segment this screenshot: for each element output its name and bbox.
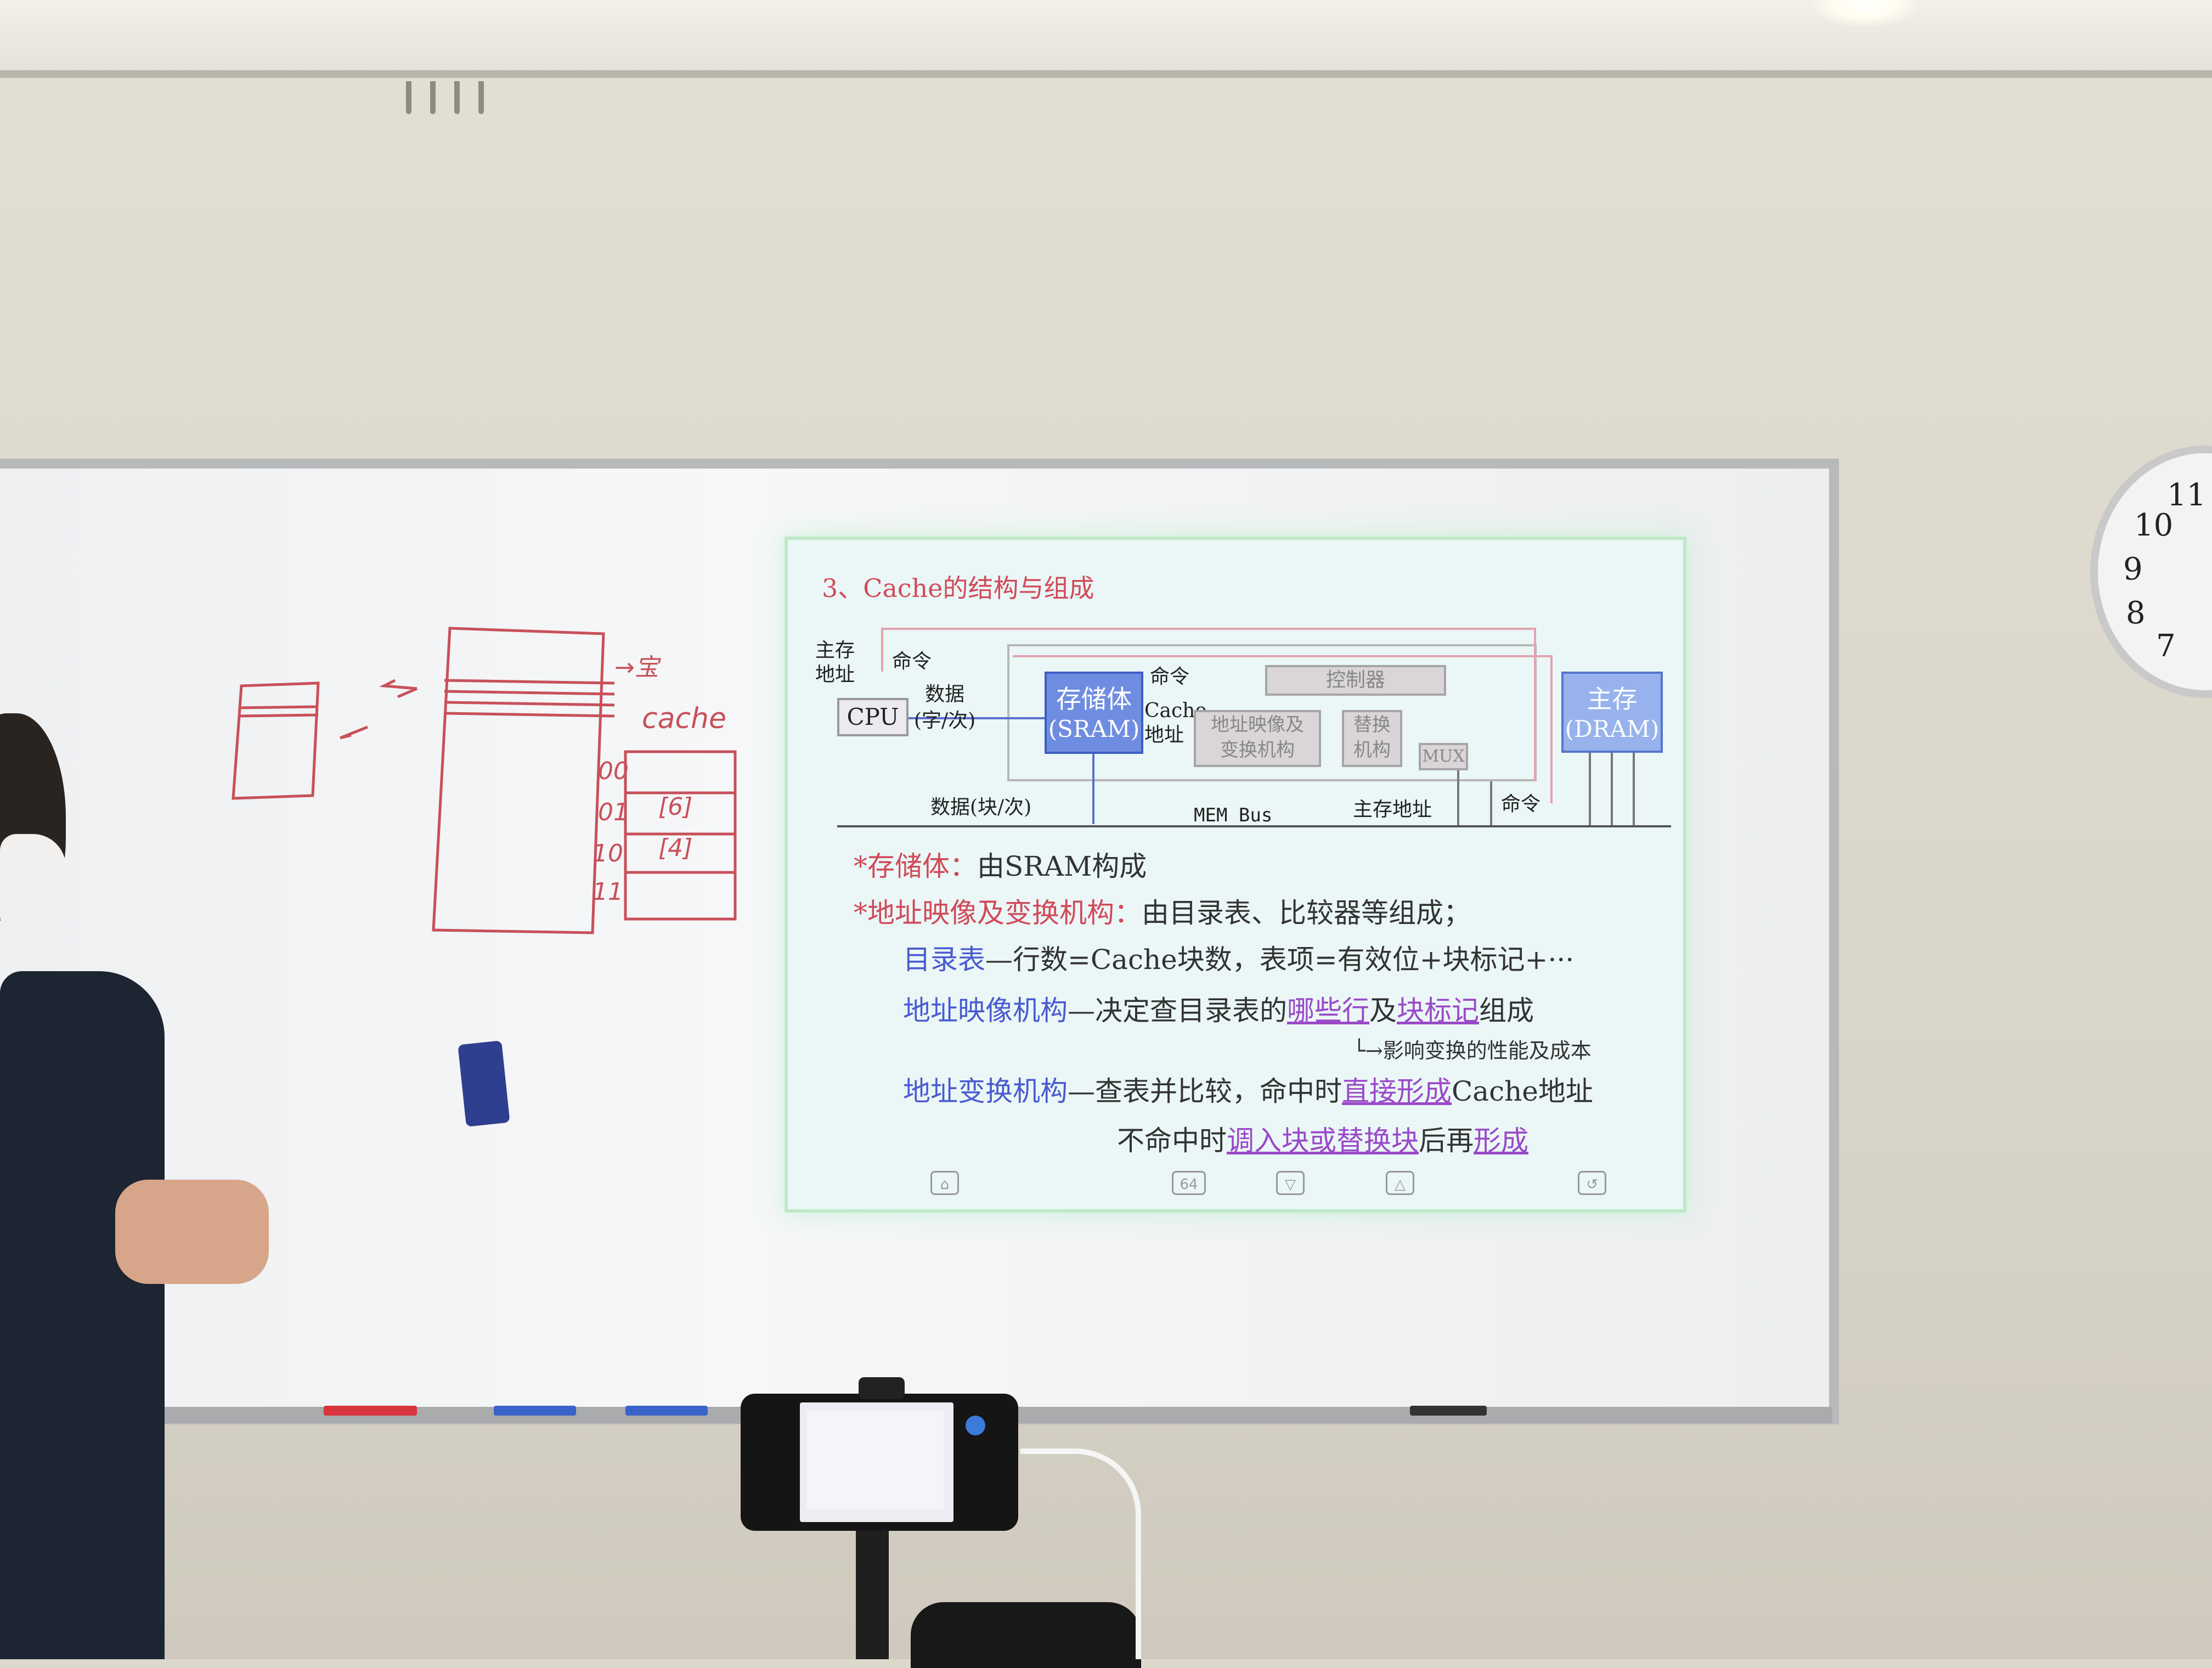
handwriting-row-11: 11 [592, 878, 623, 906]
controller-box: 控制器 [1265, 665, 1446, 696]
storage-title: 存储体 [1056, 684, 1132, 714]
blue-marker [625, 1406, 708, 1416]
tripod-pole [856, 1531, 889, 1659]
label-mem-bus: MEM Bus [1194, 804, 1273, 826]
clock-number-8: 8 [2126, 595, 2146, 631]
slide-home-icon[interactable]: ⌂ [930, 1171, 959, 1195]
storage-box: 存储体 (SRAM) [1045, 672, 1143, 754]
lecturer-hands [115, 1180, 269, 1284]
mapping-box: 地址映像及 变换机构 [1194, 710, 1321, 767]
ceiling-edge [0, 70, 2212, 78]
phone-camera-icon [966, 1416, 985, 1435]
clock-number-9: 9 [2123, 551, 2143, 587]
label-main-address-bottom: 主存地址 [1353, 798, 1432, 821]
whiteboard-eraser [458, 1040, 510, 1127]
main-memory-box: 主存 (DRAM) [1561, 672, 1663, 753]
handwriting-row-01: 01 [598, 798, 629, 826]
cpu-box: CPU [837, 698, 909, 736]
label-data-word: 数据 (字/次) [914, 683, 976, 732]
handwritten-memory [432, 627, 605, 934]
label-command-left: 命令 [892, 650, 932, 673]
cache-diagram: 主存 地址 命令 CPU 数据 (字/次) 存储体 (SRAM) Cache 地… [788, 617, 1690, 836]
line-translation-mechanism: 地址变换机构—查表并比较，命中时直接形成Cache地址 [903, 1075, 1593, 1107]
blue-marker [494, 1406, 576, 1416]
slide-title: 3、Cache的结构与组成 [822, 573, 1094, 603]
main-memory-sub: (DRAM) [1565, 715, 1660, 742]
slide-page-number[interactable]: 64 [1172, 1171, 1206, 1195]
usb-cable [1020, 1449, 1141, 1659]
projected-slide: 3、Cache的结构与组成 主存 地址 命令 CPU 数据 (字/次) 存储体 … [785, 537, 1686, 1213]
handwriting-row-10: 10 [592, 839, 623, 867]
mux-box: MUX [1419, 743, 1468, 770]
replace-box: 替换 机构 [1342, 710, 1402, 767]
line-mapping-mechanism: 地址映像机构—决定查目录表的哪些行及块标记组成 [903, 995, 1534, 1027]
lecturer-body [0, 971, 165, 1659]
main-memory-title: 主存 [1587, 684, 1638, 714]
handwritten-diagram [232, 627, 737, 934]
handwriting-arrow-text: →宝 [614, 653, 659, 681]
slide-next-icon[interactable]: ▽ [1276, 1171, 1305, 1195]
handwriting-row-00: 00 [598, 757, 629, 785]
clock-number-10: 10 [2134, 508, 2174, 543]
label-command-bottom: 命令 [1501, 793, 1541, 815]
wall-hooks [406, 81, 510, 114]
handwritten-block [232, 681, 320, 800]
black-marker [1410, 1406, 1487, 1416]
line-miss: 不命中时调入块或替换块后再形成 [1117, 1125, 1528, 1157]
phone-clamp [859, 1377, 905, 1399]
label-command-top: 命令 [1150, 666, 1190, 688]
handwriting-cache: cache [642, 702, 726, 735]
storage-sub: (SRAM) [1048, 715, 1140, 742]
phone-slide-preview [806, 1410, 944, 1509]
bullet-storage: *存储体：由SRAM构成 [854, 850, 1147, 882]
slide-return-icon[interactable]: ↺ [1578, 1171, 1606, 1195]
label-data-block: 数据(块/次) [930, 796, 1032, 819]
handwriting-cell-1: [6] [658, 793, 693, 821]
slide-prev-icon[interactable]: △ [1386, 1171, 1414, 1195]
bullet-mapping: *地址映像及变换机构：由目录表、比较器等组成； [854, 897, 1471, 929]
clock-number-7: 7 [2156, 628, 2176, 664]
line-directory: 目录表—行数=Cache块数，表项=有效位+块标记+··· [903, 944, 1575, 976]
face-mask [0, 834, 66, 933]
cpu-label: CPU [847, 703, 899, 730]
label-main-address: 主存 地址 [815, 639, 855, 686]
handwriting-cell-2: [4] [658, 834, 693, 862]
line-mapping-note: └→影响变换的性能及成本 [1353, 1039, 1592, 1063]
red-marker [324, 1406, 417, 1416]
